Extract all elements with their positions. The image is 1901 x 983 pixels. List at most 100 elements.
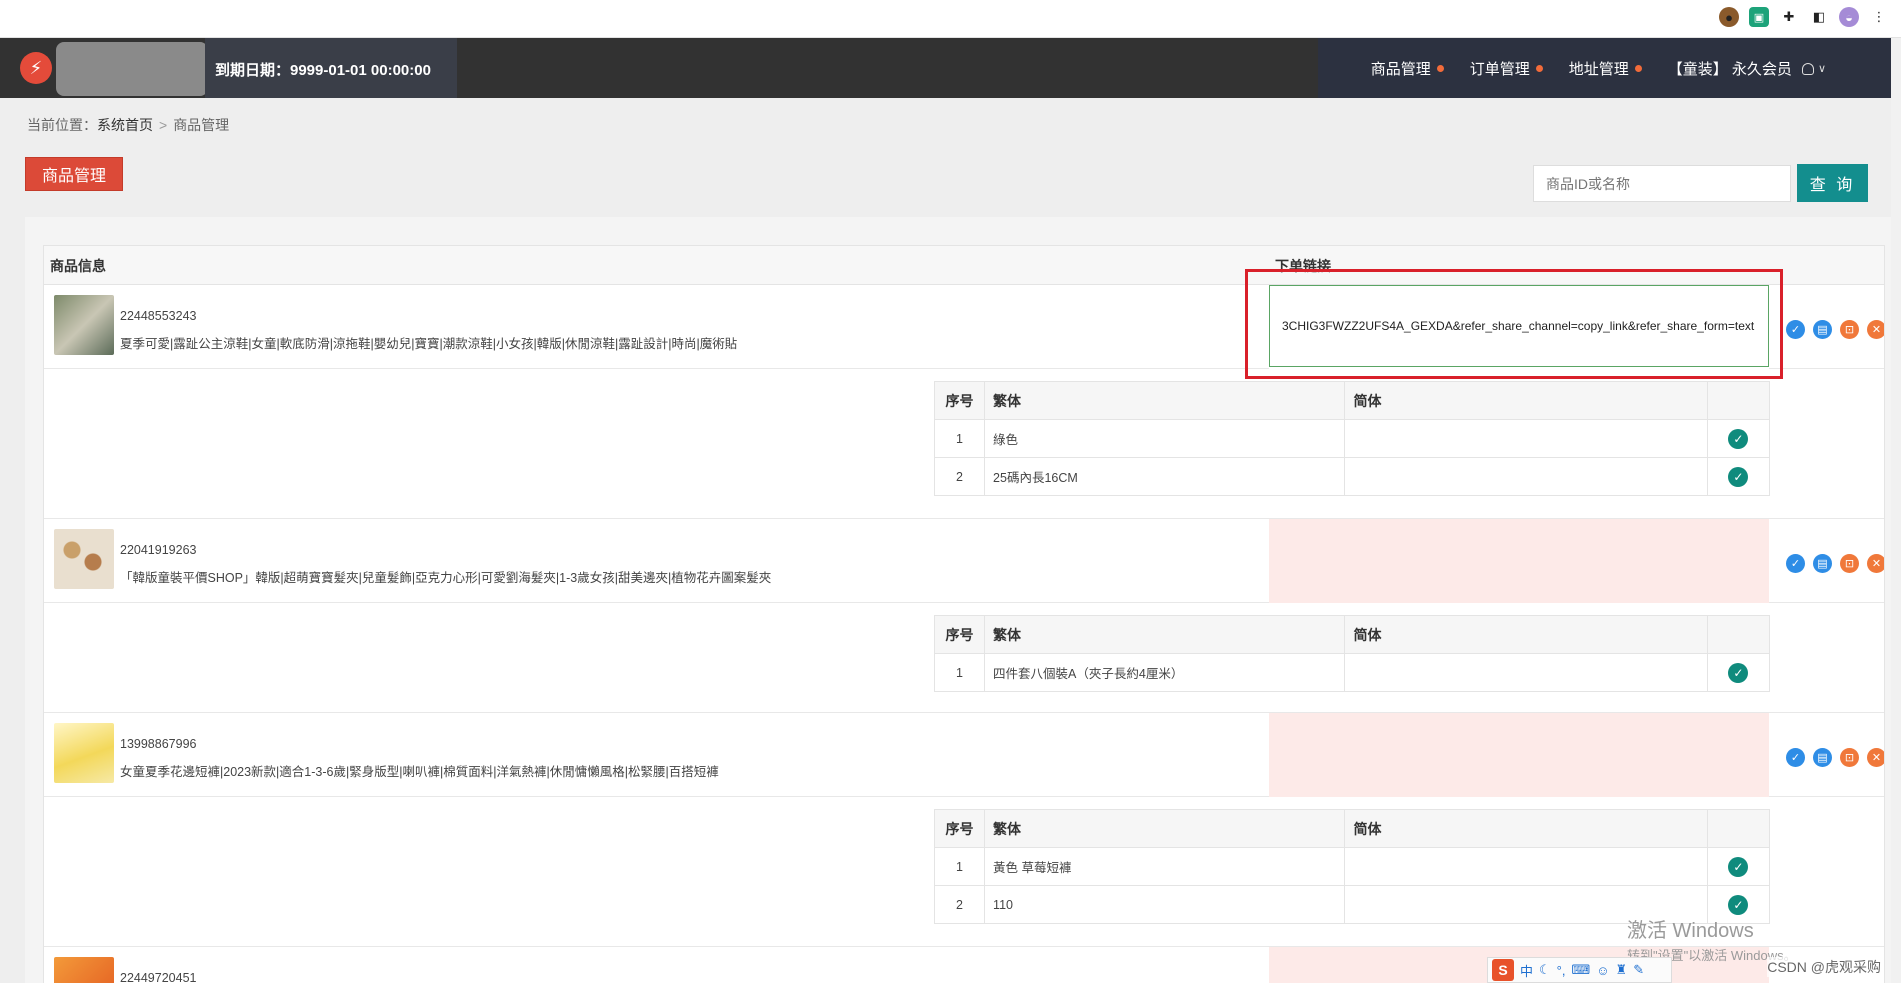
browser-toolbar: ● ▣ ✚ ◧ ◒ ⋮: [0, 0, 1901, 38]
nav-order-management[interactable]: 订单管理: [1470, 58, 1543, 79]
variant-index: 1: [933, 653, 986, 692]
variant-row: 2 25碼內長16CM ✓: [933, 457, 1771, 496]
variant-simplified-input[interactable]: [1344, 419, 1708, 458]
product-name: 「韓版童裝平價SHOP」韓版|超萌寶寶髮夾|兒童髮飾|亞克力心形|可愛劉海髮夾|…: [120, 571, 772, 585]
variant-area: 序号 繁体 简体 1 四件套八個裝A（夾子長約4厘米） ✓: [44, 603, 1884, 713]
variant-row: 1 黃色 草莓短褲 ✓: [933, 847, 1771, 886]
top-navigation: ⚡ 到期日期：9999-01-01 00:00:00 商品管理 订单管理 地址管…: [0, 38, 1901, 98]
product-name: 女童夏季花邊短褲|2023新款|適合1-3-6歲|緊身版型|喇叭褲|棉質面料|洋…: [120, 765, 719, 779]
delete-icon[interactable]: ✕: [1867, 554, 1884, 573]
variant-index: 2: [933, 457, 986, 496]
confirm-icon[interactable]: ✓: [1786, 320, 1805, 339]
sidebar-icon[interactable]: ◧: [1809, 7, 1829, 27]
notification-dot: [1535, 65, 1543, 72]
variant-row: 1 綠色 ✓: [933, 419, 1771, 458]
credit-watermark: CSDN @虎观采购: [1767, 957, 1881, 977]
nav-label: 商品管理: [1370, 61, 1431, 78]
highlight-box: [1245, 269, 1783, 379]
detail-icon[interactable]: ▤: [1813, 554, 1832, 573]
punctuation-icon[interactable]: °,: [1557, 963, 1566, 978]
variant-table: 序号 繁体 简体 1 綠色 ✓ 2 25碼內長16CM ✓: [933, 381, 1771, 496]
variant-simplified-input[interactable]: [1344, 847, 1708, 886]
product-thumbnail[interactable]: [54, 529, 114, 589]
lock-icon[interactable]: ⊡: [1840, 320, 1859, 339]
user-info-blurred: [56, 42, 208, 96]
green-extension-icon[interactable]: ▣: [1749, 7, 1769, 27]
puzzle-icon[interactable]: ✚: [1779, 7, 1799, 27]
variant-simplified-input[interactable]: [1344, 653, 1708, 692]
check-icon[interactable]: ✓: [1728, 856, 1749, 877]
variant-header-traditional: 繁体: [984, 615, 1346, 654]
row-actions: ✓ ▤ ⊡ ✕: [1786, 554, 1884, 573]
variant-traditional: 110: [984, 885, 1346, 924]
user-icon[interactable]: ☺: [1596, 963, 1609, 978]
ime-toolbar[interactable]: S 中 ☾ °, ⌨ ☺ ♜ ✎: [1487, 957, 1672, 983]
search-input[interactable]: [1533, 165, 1791, 202]
variant-header-status: [1706, 381, 1771, 420]
page-scrollbar[interactable]: [1891, 38, 1901, 983]
variant-header-simplified: 简体: [1344, 381, 1708, 420]
row-actions: ✓ ▤ ⊡ ✕: [1786, 320, 1884, 339]
avatar-icon[interactable]: ◒: [1839, 7, 1859, 27]
page-title[interactable]: 商品管理: [25, 157, 123, 191]
search-button[interactable]: 查 询: [1797, 164, 1868, 202]
product-thumbnail[interactable]: [54, 957, 114, 983]
variant-area: 序号 繁体 简体 1 綠色 ✓ 2 25碼內長16CM ✓: [44, 369, 1884, 519]
detail-icon[interactable]: ▤: [1813, 748, 1832, 767]
nav-label: 订单管理: [1469, 61, 1530, 78]
notification-dot: [1634, 65, 1642, 72]
order-link-cell[interactable]: [1269, 713, 1769, 797]
confirm-icon[interactable]: ✓: [1786, 748, 1805, 767]
product-thumbnail[interactable]: [54, 723, 114, 783]
cookie-icon[interactable]: ●: [1719, 7, 1739, 27]
logo-icon[interactable]: ⚡: [20, 52, 52, 84]
variant-header-simplified: 简体: [1344, 615, 1708, 654]
check-icon[interactable]: ✓: [1728, 466, 1749, 487]
member-menu[interactable]: 【童装】 永久会员 ∨: [1668, 58, 1826, 79]
detail-icon[interactable]: ▤: [1813, 320, 1832, 339]
row-actions: ✓ ▤ ⊡ ✕: [1786, 748, 1884, 767]
variant-header-traditional: 繁体: [984, 809, 1346, 848]
variant-table: 序号 繁体 简体 1 黃色 草莓短褲 ✓ 2 110 ✓: [933, 809, 1771, 924]
variant-header-status: [1706, 809, 1771, 848]
keyboard-icon[interactable]: ⌨: [1571, 962, 1590, 978]
wrench-icon[interactable]: ✎: [1633, 962, 1644, 978]
lock-icon[interactable]: ⊡: [1840, 748, 1859, 767]
ime-language[interactable]: 中: [1520, 961, 1533, 980]
nav-product-management[interactable]: 商品管理: [1371, 58, 1444, 79]
product-name: 夏季可愛|露趾公主涼鞋|女童|軟底防滑|涼拖鞋|嬰幼兒|寶寶|潮款涼鞋|小女孩|…: [120, 337, 738, 351]
moon-icon[interactable]: ☾: [1539, 962, 1551, 978]
chevron-down-icon: ∨: [1817, 63, 1826, 75]
variant-header-index: 序号: [933, 809, 986, 848]
delete-icon[interactable]: ✕: [1867, 748, 1884, 767]
nav-label: 地址管理: [1568, 61, 1629, 78]
confirm-icon[interactable]: ✓: [1786, 554, 1805, 573]
delete-icon[interactable]: ✕: [1867, 320, 1884, 339]
variant-area: 序号 繁体 简体 1 黃色 草莓短褲 ✓ 2 110 ✓: [44, 797, 1884, 947]
variant-traditional: 綠色: [984, 419, 1346, 458]
breadcrumb-home-link[interactable]: 系统首页: [97, 117, 153, 133]
variant-traditional: 25碼內長16CM: [984, 457, 1346, 496]
lock-icon[interactable]: ⊡: [1840, 554, 1859, 573]
breadcrumb-separator: >: [159, 117, 168, 133]
check-icon[interactable]: ✓: [1728, 428, 1749, 449]
product-id: 22448553243: [120, 309, 197, 323]
order-link-cell[interactable]: [1269, 519, 1769, 603]
notification-dot: [1436, 65, 1444, 72]
variant-header-status: [1706, 615, 1771, 654]
shirt-icon[interactable]: ♜: [1616, 962, 1628, 978]
variant-simplified-input[interactable]: [1344, 457, 1708, 496]
breadcrumb-prefix: 当前位置：: [27, 117, 97, 133]
variant-row: 1 四件套八個裝A（夾子長約4厘米） ✓: [933, 653, 1771, 692]
product-row: 22041919263 「韓版童裝平價SHOP」韓版|超萌寶寶髮夾|兒童髮飾|亞…: [44, 519, 1884, 603]
breadcrumb: 当前位置：系统首页 > 商品管理: [27, 115, 229, 135]
more-icon[interactable]: ⋮: [1869, 7, 1889, 27]
nav-address-management[interactable]: 地址管理: [1569, 58, 1642, 79]
check-icon[interactable]: ✓: [1728, 894, 1749, 915]
product-thumbnail[interactable]: [54, 295, 114, 355]
variant-header-traditional: 繁体: [984, 381, 1346, 420]
sogou-icon[interactable]: S: [1492, 959, 1514, 981]
variant-header-index: 序号: [933, 381, 986, 420]
check-icon[interactable]: ✓: [1728, 662, 1749, 683]
variant-header-index: 序号: [933, 615, 986, 654]
